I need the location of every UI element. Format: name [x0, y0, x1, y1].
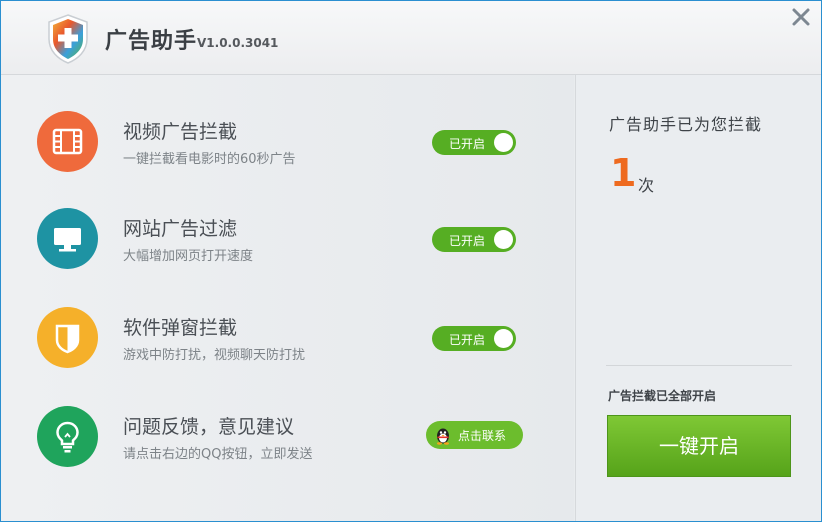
stats-panel: 广告助手已为您拦截 1 次 广告拦截已全部开启 一键开启: [575, 75, 821, 521]
toggle-knob: [494, 329, 513, 348]
lightbulb-icon: [37, 406, 98, 467]
app-version: V1.0.0.3041: [197, 36, 279, 50]
app-title: 广告助手: [105, 29, 198, 54]
feature-title: 问题反馈，意见建议: [123, 416, 295, 438]
video-ad-block-toggle[interactable]: 已开启: [432, 130, 516, 155]
feature-popup-block: 软件弹窗拦截 游戏中防打扰，视频聊天防打扰 已开启: [37, 307, 557, 369]
qq-penguin-icon: [437, 428, 449, 445]
toggle-label: 已开启: [449, 234, 486, 248]
feature-description: 游戏中防打扰，视频聊天防打扰: [123, 348, 306, 363]
feature-panel: 视频广告拦截 一键拦截看电影时的60秒广告 已开启 网站广告过滤 大幅增加网页打…: [1, 75, 574, 521]
enable-all-button[interactable]: 一键开启: [607, 415, 791, 477]
toggle-knob: [494, 230, 513, 249]
status-text: 广告拦截已全部开启: [608, 389, 717, 403]
feature-feedback: 问题反馈，意见建议 请点击右边的QQ按钮，立即发送 点击联系: [37, 406, 557, 468]
feature-description: 一键拦截看电影时的60秒广告: [123, 152, 296, 167]
film-icon: [37, 111, 98, 172]
website-ad-filter-toggle[interactable]: 已开启: [432, 227, 516, 252]
popup-block-toggle[interactable]: 已开启: [432, 326, 516, 351]
feature-title: 网站广告过滤: [123, 218, 238, 240]
monitor-icon: [37, 208, 98, 269]
block-stats-title: 广告助手已为您拦截: [609, 115, 763, 134]
feature-title: 软件弹窗拦截: [123, 317, 238, 339]
block-count: 1: [610, 151, 637, 195]
toggle-label: 已开启: [449, 333, 486, 347]
feature-description: 请点击右边的QQ按钮，立即发送: [123, 447, 313, 462]
feature-title: 视频广告拦截: [123, 121, 238, 143]
contact-button-label: 点击联系: [458, 429, 507, 443]
feature-description: 大幅增加网页打开速度: [123, 249, 254, 264]
title-bar: 广告助手 V1.0.0.3041: [1, 1, 821, 75]
block-count-unit: 次: [638, 176, 655, 195]
app-window: 广告助手 V1.0.0.3041 视频广告拦截 一键拦截看电影时的60秒广告 已…: [0, 0, 822, 522]
app-logo-shield-icon: [48, 14, 88, 64]
divider: [606, 365, 792, 366]
close-icon[interactable]: [789, 5, 813, 29]
feature-website-ad-filter: 网站广告过滤 大幅增加网页打开速度 已开启: [37, 208, 557, 270]
toggle-label: 已开启: [449, 137, 486, 151]
shield-icon: [37, 307, 98, 368]
contact-qq-button[interactable]: 点击联系: [426, 421, 523, 449]
toggle-knob: [494, 133, 513, 152]
feature-video-ad-block: 视频广告拦截 一键拦截看电影时的60秒广告 已开启: [37, 111, 557, 173]
